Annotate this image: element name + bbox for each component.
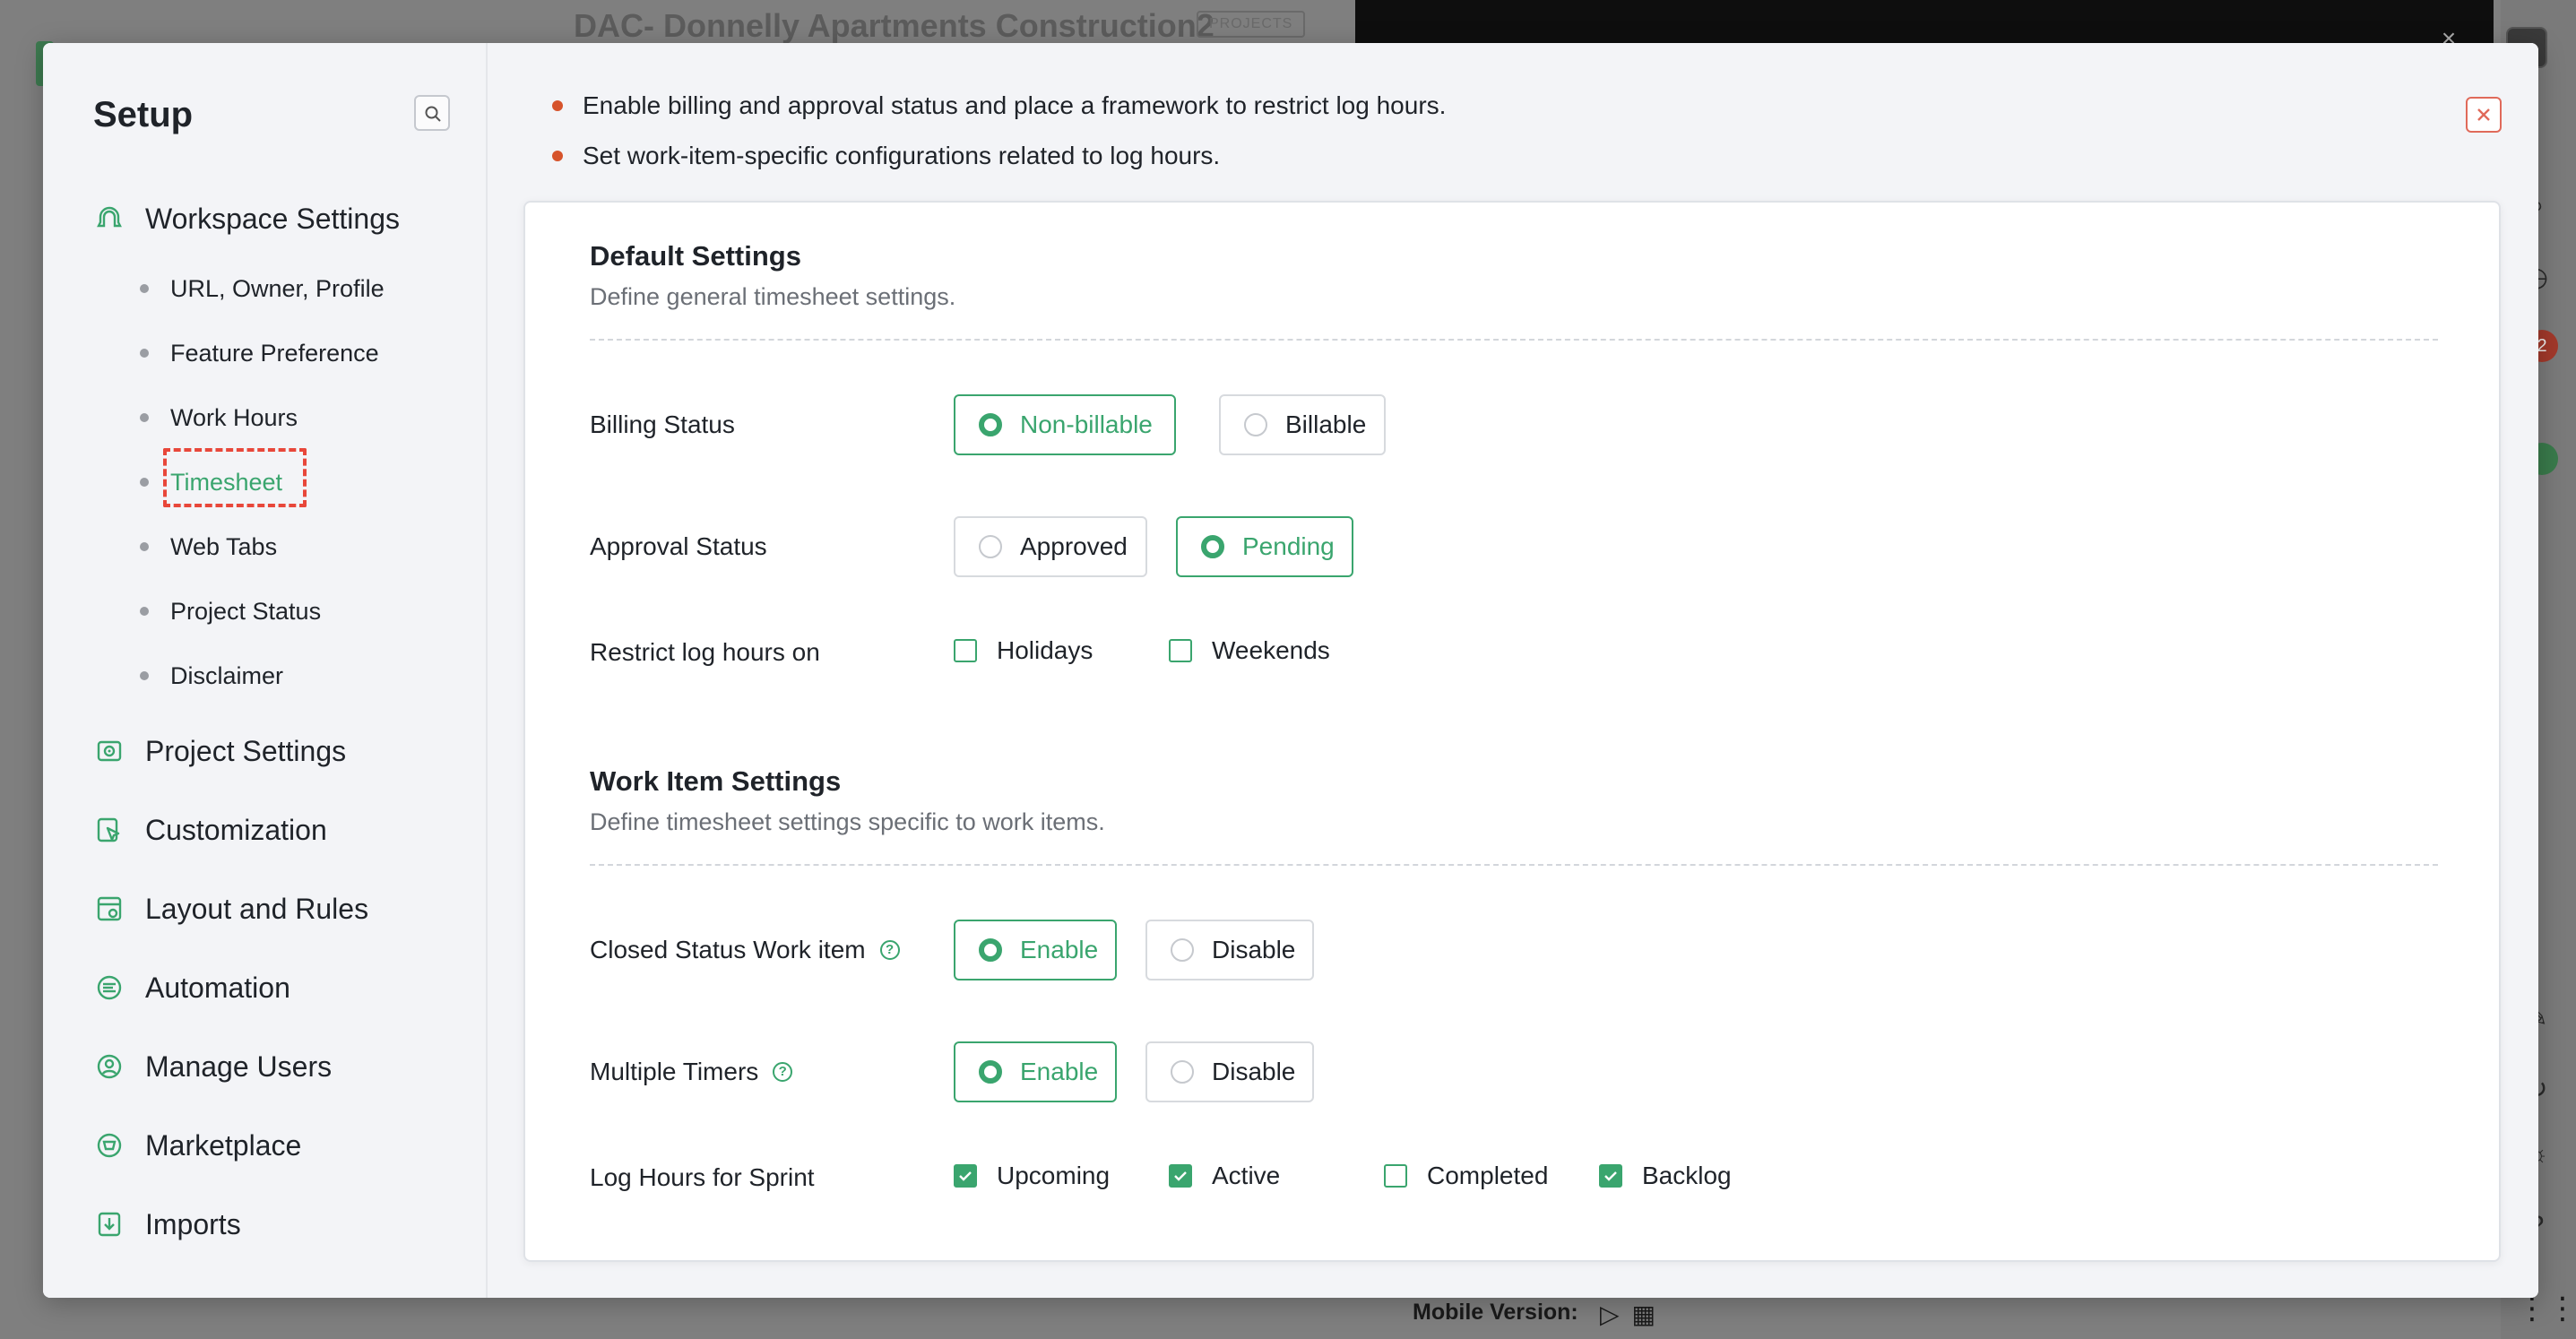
search-icon (425, 106, 441, 122)
checkbox-icon (954, 639, 977, 662)
upcoming-checkbox[interactable]: Upcoming (954, 1158, 1110, 1194)
settings-card: Default Settings Define general timeshee… (523, 201, 2501, 1262)
billing-status-label: Billing Status (590, 410, 735, 438)
radio-icon (979, 1060, 1002, 1084)
qr-code-icon: ▦ (1631, 1300, 1669, 1328)
sidebar-item-project-status[interactable]: Project Status (140, 593, 321, 629)
setup-sidebar: Setup Workspace Settings URL, Owner, Pro… (43, 43, 488, 1298)
intro-bullet: Set work-item-specific configurations re… (552, 131, 1446, 181)
multiple-timers-enable-option[interactable]: Enable (954, 1041, 1117, 1102)
radio-icon (979, 413, 1002, 436)
approval-approved-option[interactable]: Approved (954, 516, 1147, 577)
intro-bullets: Enable billing and approval status and p… (552, 81, 1446, 181)
sidebar-item-url-owner-profile[interactable]: URL, Owner, Profile (140, 271, 385, 307)
multiple-timers-label: Multiple Timers? (590, 1058, 793, 1086)
radio-icon (1244, 413, 1267, 436)
backlog-checkbox[interactable]: Backlog (1599, 1158, 1732, 1194)
checkbox-checked-icon (1599, 1164, 1622, 1188)
setup-modal: Setup Workspace Settings URL, Owner, Pro… (43, 43, 2538, 1298)
sidebar-title: Setup (93, 95, 194, 134)
divider (590, 339, 2438, 341)
divider (590, 864, 2438, 866)
help-icon[interactable]: ? (773, 1062, 793, 1082)
holidays-checkbox[interactable]: Holidays (954, 633, 1093, 669)
active-checkbox[interactable]: Active (1169, 1158, 1280, 1194)
radio-icon (1171, 1060, 1194, 1084)
sidebar-item-automation[interactable]: Automation (93, 966, 290, 1009)
checkbox-checked-icon (954, 1164, 977, 1188)
project-title: DAC- Donnelly Apartments Construction2 (574, 7, 1215, 44)
timesheet-settings-content: Enable billing and approval status and p… (488, 43, 2538, 1298)
log-hours-sprint-label: Log Hours for Sprint (590, 1163, 815, 1191)
billing-billable-option[interactable]: Billable (1219, 394, 1386, 455)
sidebar-item-project-settings[interactable]: Project Settings (93, 730, 346, 773)
restrict-log-hours-label: Restrict log hours on (590, 638, 820, 666)
sidebar-item-work-hours[interactable]: Work Hours (140, 400, 298, 436)
default-settings-title: Default Settings (590, 240, 801, 272)
sidebar-item-manage-users[interactable]: Manage Users (93, 1045, 332, 1088)
work-item-settings-description: Define timesheet settings specific to wo… (590, 808, 1105, 835)
sidebar-item-customization[interactable]: Customization (93, 808, 327, 851)
sidebar-search-button[interactable] (414, 95, 450, 131)
work-item-settings-title: Work Item Settings (590, 765, 842, 797)
layout-icon (93, 893, 125, 925)
sidebar-item-layout-and-rules[interactable]: Layout and Rules (93, 887, 368, 930)
weekends-checkbox[interactable]: Weekends (1169, 633, 1330, 669)
default-settings-description: Define general timesheet settings. (590, 283, 956, 310)
close-button[interactable] (2466, 97, 2502, 133)
closed-status-label: Closed Status Work item? (590, 936, 900, 964)
checkbox-checked-icon (1169, 1164, 1192, 1188)
intro-bullet: Enable billing and approval status and p… (552, 81, 1446, 131)
help-icon[interactable]: ? (879, 940, 900, 960)
sidebar-item-imports[interactable]: Imports (93, 1203, 241, 1246)
sidebar-item-web-tabs[interactable]: Web Tabs (140, 529, 277, 565)
mobile-version-label: Mobile Version: (1413, 1300, 1578, 1325)
workspace-icon (93, 203, 125, 235)
play-store-icon: ▷ (1600, 1300, 1632, 1328)
sidebar-item-workspace-settings[interactable]: Workspace Settings (93, 197, 400, 240)
sidebar-item-disclaimer[interactable]: Disclaimer (140, 658, 283, 694)
close-icon (2477, 108, 2490, 121)
sidebar-item-marketplace[interactable]: Marketplace (93, 1124, 301, 1167)
mobile-app-icons: ▷▦ (1600, 1300, 1668, 1329)
checkbox-icon (1169, 639, 1192, 662)
approval-pending-option[interactable]: Pending (1176, 516, 1353, 577)
radio-icon (979, 938, 1002, 962)
background-dark-panel (1355, 0, 2494, 43)
radio-icon (979, 535, 1002, 558)
timesheet-highlight (163, 448, 307, 507)
completed-checkbox[interactable]: Completed (1384, 1158, 1548, 1194)
multiple-timers-disable-option[interactable]: Disable (1145, 1041, 1314, 1102)
sidebar-item-feature-preference[interactable]: Feature Preference (140, 335, 379, 371)
billing-non-billable-option[interactable]: Non-billable (954, 394, 1176, 455)
radio-icon (1171, 938, 1194, 962)
imports-icon (93, 1208, 125, 1240)
approval-status-label: Approval Status (590, 532, 767, 560)
closed-status-enable-option[interactable]: Enable (954, 920, 1117, 980)
project-badge: PROJECTS (1197, 11, 1306, 38)
users-icon (93, 1050, 125, 1083)
automation-icon (93, 972, 125, 1004)
marketplace-icon (93, 1129, 125, 1162)
radio-icon (1201, 535, 1224, 558)
checkbox-icon (1384, 1164, 1407, 1188)
project-icon (93, 735, 125, 767)
customization-icon (93, 814, 125, 846)
closed-status-disable-option[interactable]: Disable (1145, 920, 1314, 980)
